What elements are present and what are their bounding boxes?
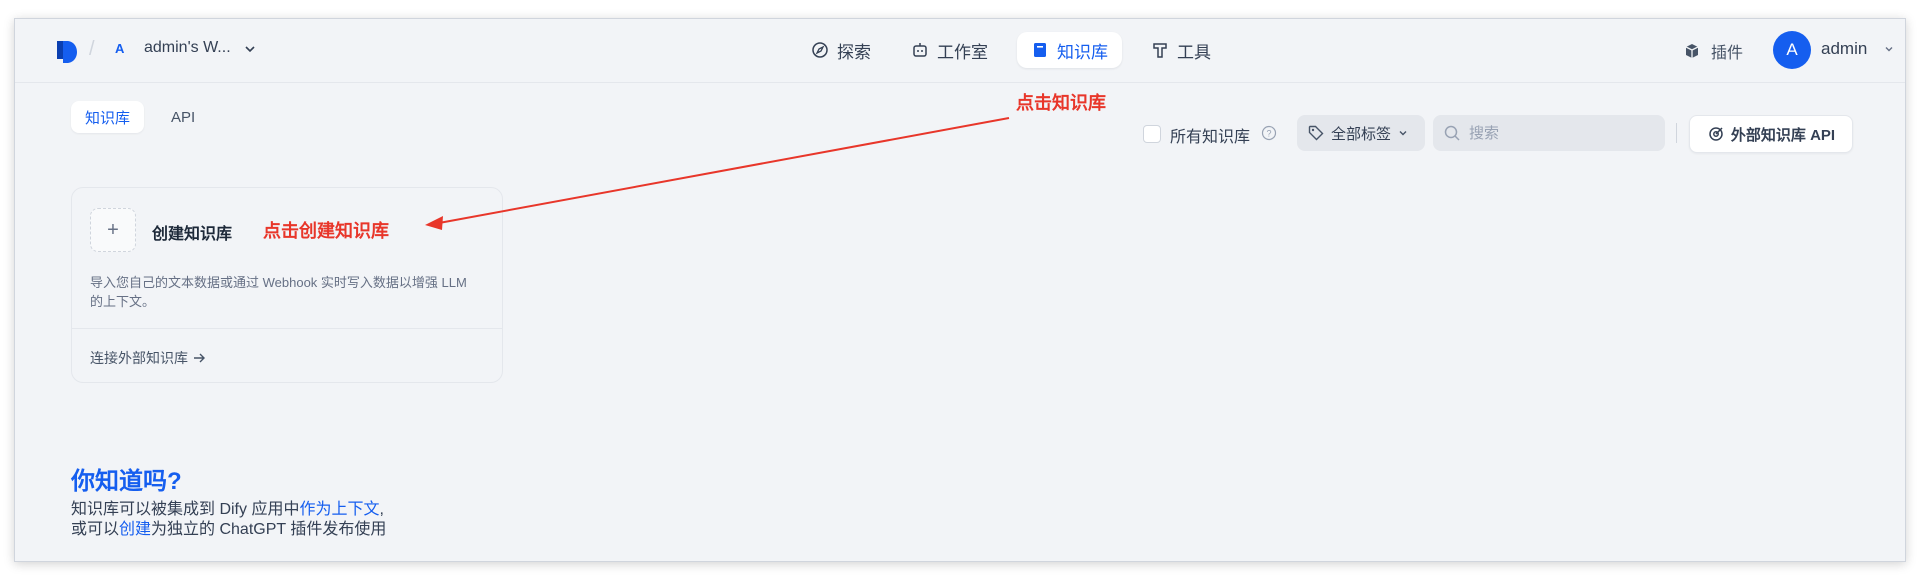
nav-knowledge[interactable]: 知识库 <box>1017 32 1122 68</box>
nav-tools-label: 工具 <box>1177 42 1211 62</box>
chevron-down-icon[interactable] <box>242 41 258 57</box>
workspace-avatar[interactable]: A <box>115 41 124 56</box>
nav-studio[interactable]: 工作室 <box>897 32 1002 68</box>
nav-knowledge-label: 知识库 <box>1057 42 1108 62</box>
annotation-click-create: 点击创建知识库 <box>263 221 389 241</box>
plugins-label: 插件 <box>1711 45 1744 62</box>
help-circle-icon[interactable]: ? <box>1261 125 1277 141</box>
tag-icon <box>1308 125 1324 141</box>
did-you-know-line-2: 或可以创建为独立的 ChatGPT 插件发布使用 <box>71 515 386 539</box>
create-link[interactable]: 创建 <box>119 521 151 538</box>
annotation-click-knowledge: 点击知识库 <box>1016 93 1106 113</box>
tag-filter-dropdown[interactable]: 全部标签 <box>1297 115 1425 151</box>
breadcrumb-separator: / <box>89 38 95 60</box>
all-knowledge-label[interactable]: 所有知识库 <box>1170 123 1250 147</box>
did-you-know-title: 你知道吗? <box>71 468 182 495</box>
did-you-know-text-2b: 为独立的 ChatGPT 插件发布使用 <box>151 521 387 538</box>
api-connection-icon <box>1709 127 1723 141</box>
top-navigation-bar: / A admin's W... 探索 工作室 知识库 工具 插件 A admi… <box>15 19 1905 83</box>
external-api-label: 外部知识库 API <box>1730 126 1836 144</box>
create-knowledge-title[interactable]: 创建知识库 <box>152 220 232 244</box>
search-box[interactable] <box>1433 115 1665 151</box>
chevron-down-icon <box>1399 131 1407 136</box>
cube-icon <box>1685 44 1699 58</box>
robot-icon <box>913 43 927 57</box>
hammer-icon <box>1153 43 1167 58</box>
svg-text:?: ? <box>1266 129 1271 139</box>
filter-divider <box>1676 123 1677 143</box>
all-knowledge-checkbox[interactable] <box>1143 125 1161 143</box>
tab-knowledge[interactable]: 知识库 <box>71 101 145 133</box>
arrow-right-icon <box>194 353 205 363</box>
app-window: / A admin's W... 探索 工作室 知识库 工具 插件 A admi… <box>14 18 1906 562</box>
search-icon <box>1444 125 1460 141</box>
connect-external-label: 连接外部知识库 <box>90 350 188 366</box>
compass-icon <box>812 42 828 58</box>
plugins-button[interactable]: 插件 <box>1683 39 1743 63</box>
plus-icon[interactable]: + <box>90 208 136 252</box>
nav-explore-label: 探索 <box>837 42 871 62</box>
nav-tools[interactable]: 工具 <box>1137 32 1225 68</box>
user-avatar[interactable]: A <box>1773 31 1811 69</box>
user-name[interactable]: admin <box>1821 39 1867 59</box>
book-icon <box>1034 43 1046 57</box>
external-knowledge-api-button[interactable]: 外部知识库 API <box>1689 115 1853 153</box>
card-divider <box>72 328 502 329</box>
search-input[interactable] <box>1467 123 1651 143</box>
connect-external-knowledge-link[interactable]: 连接外部知识库 <box>90 348 206 368</box>
did-you-know-text-2a: 或可以 <box>71 521 120 538</box>
nav-explore[interactable]: 探索 <box>797 32 885 68</box>
tag-filter-label: 全部标签 <box>1331 125 1392 143</box>
dify-logo-icon[interactable] <box>55 39 79 65</box>
workspace-name[interactable]: admin's W... <box>144 39 231 57</box>
tab-api[interactable]: API <box>157 101 209 133</box>
chevron-down-icon[interactable] <box>1883 43 1895 55</box>
create-knowledge-description: 导入您自己的文本数据或通过 Webhook 实时写入数据以增强 LLM 的上下文… <box>90 275 467 309</box>
nav-studio-label: 工作室 <box>937 42 988 62</box>
